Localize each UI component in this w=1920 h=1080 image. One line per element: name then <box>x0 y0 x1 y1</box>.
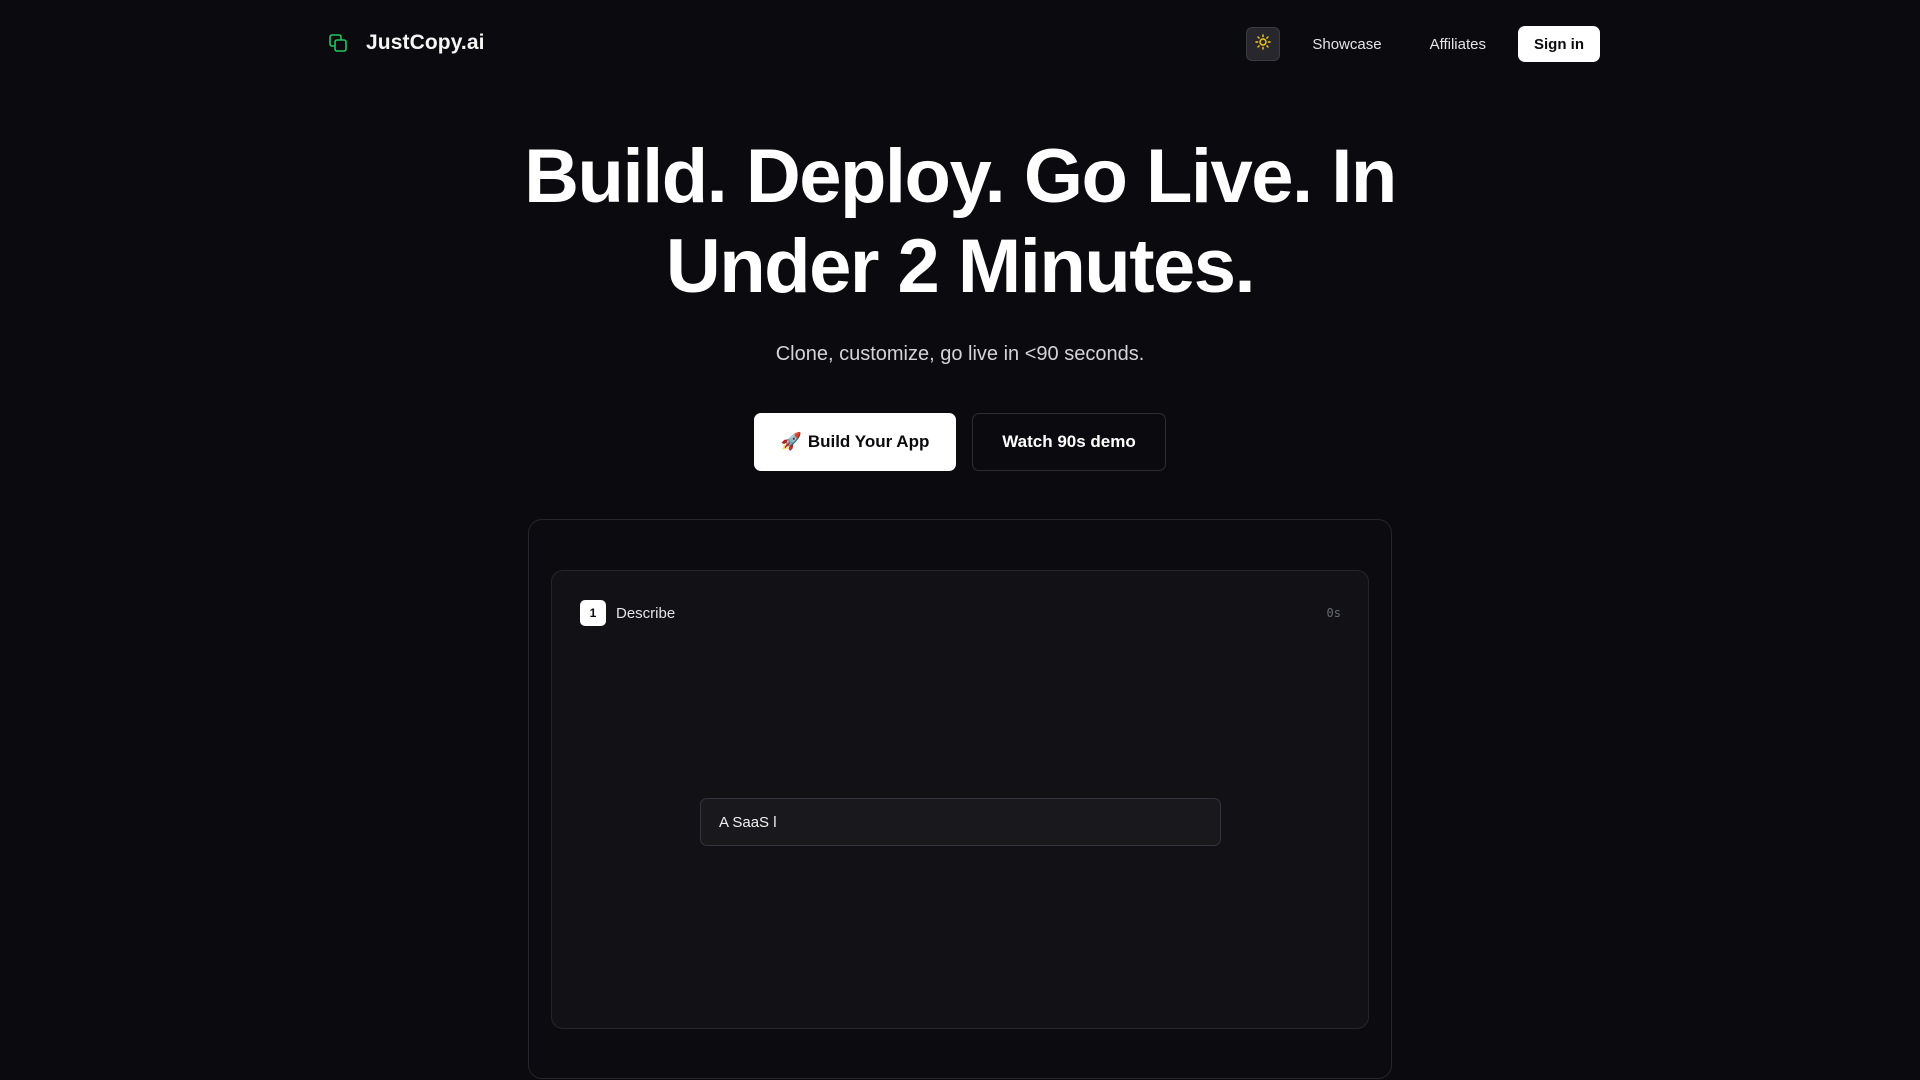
hero-subtitle: Clone, customize, go live in <90 seconds… <box>775 343 1145 365</box>
rocket-icon: 🚀 <box>780 432 802 451</box>
brand-name: JustCopy.ai <box>366 31 485 54</box>
build-your-app-button[interactable]: 🚀 Build Your App <box>754 413 956 471</box>
app-description-text: A SaaS l <box>719 813 777 831</box>
nav-link-showcase[interactable]: Showcase <box>1312 36 1381 53</box>
cta-row: 🚀 Build Your App Watch 90s demo <box>754 413 1166 471</box>
hero-title: Build. Deploy. Go Live. In Under 2 Minut… <box>0 132 1920 312</box>
landing-page: JustCopy.ai Showcase Affiliates Sign in … <box>0 0 1920 1080</box>
theme-toggle-button[interactable] <box>1246 27 1281 61</box>
watch-demo-button[interactable]: Watch 90s demo <box>972 413 1166 471</box>
demo-frame: 1 Describe 0s A SaaS l <box>528 519 1392 1079</box>
hero-title-line-1: Build. Deploy. Go Live. In <box>524 134 1397 219</box>
build-your-app-label: Build Your App <box>807 432 930 451</box>
app-description-input[interactable]: A SaaS l <box>700 798 1221 846</box>
site-header: JustCopy.ai Showcase Affiliates Sign in <box>0 0 1920 88</box>
copy-icon <box>328 33 348 53</box>
top-nav: Showcase Affiliates Sign in <box>1246 26 1600 62</box>
demo-panel: 1 Describe 0s A SaaS l <box>551 570 1369 1029</box>
step-number-badge: 1 <box>580 600 606 626</box>
step-timer: 0s <box>1326 606 1341 620</box>
sign-in-button[interactable]: Sign in <box>1518 26 1600 62</box>
step-header: 1 Describe <box>580 600 675 626</box>
nav-link-affiliates[interactable]: Affiliates <box>1430 36 1486 53</box>
brand-logo-link[interactable]: JustCopy.ai <box>328 26 485 60</box>
sun-icon <box>1255 33 1272 55</box>
step-label: Describe <box>616 604 676 622</box>
hero-title-line-2: Under 2 Minutes. <box>665 224 1256 309</box>
